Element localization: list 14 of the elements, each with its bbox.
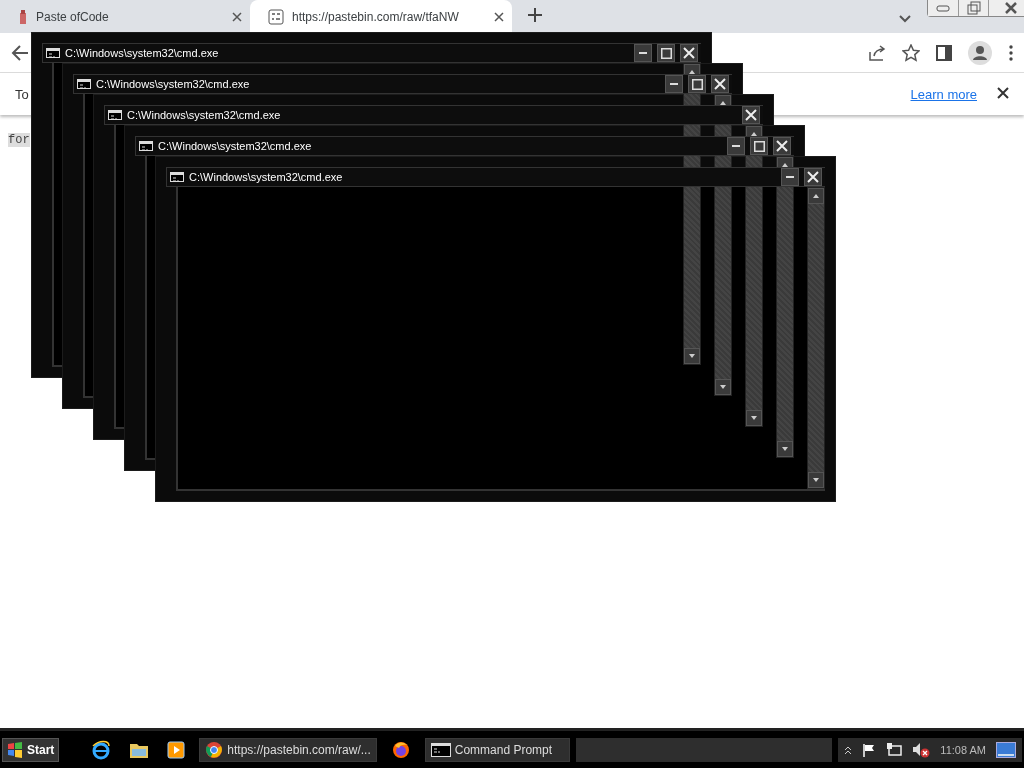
browser-tab[interactable]: https://pastebin.com/raw/tfaNW	[250, 0, 512, 33]
page-text: for	[8, 133, 30, 147]
clock[interactable]: 11:08 AM	[940, 743, 986, 756]
window-title: C:\Windows\system32\cmd.exe	[65, 47, 220, 59]
taskbar-window-button[interactable]: https://pastebin.com/raw/...	[199, 737, 377, 762]
start-button[interactable]: Start	[2, 737, 60, 762]
window-title: C:\Windows\system32\cmd.exe	[127, 109, 282, 121]
browser-tab[interactable]: Paste ofCode	[0, 0, 250, 33]
window-title: C:\Windows\system32\cmd.exe	[189, 171, 344, 183]
learn-more-link[interactable]: Learn more	[910, 86, 977, 102]
window-title: C:\Windows\system32\cmd.exe	[158, 140, 313, 152]
window-title: C:\Windows\system32\cmd.exe	[96, 78, 251, 90]
taskbar-window-button[interactable]: Command Prompt	[424, 737, 570, 762]
infobar-text: To	[15, 86, 29, 102]
